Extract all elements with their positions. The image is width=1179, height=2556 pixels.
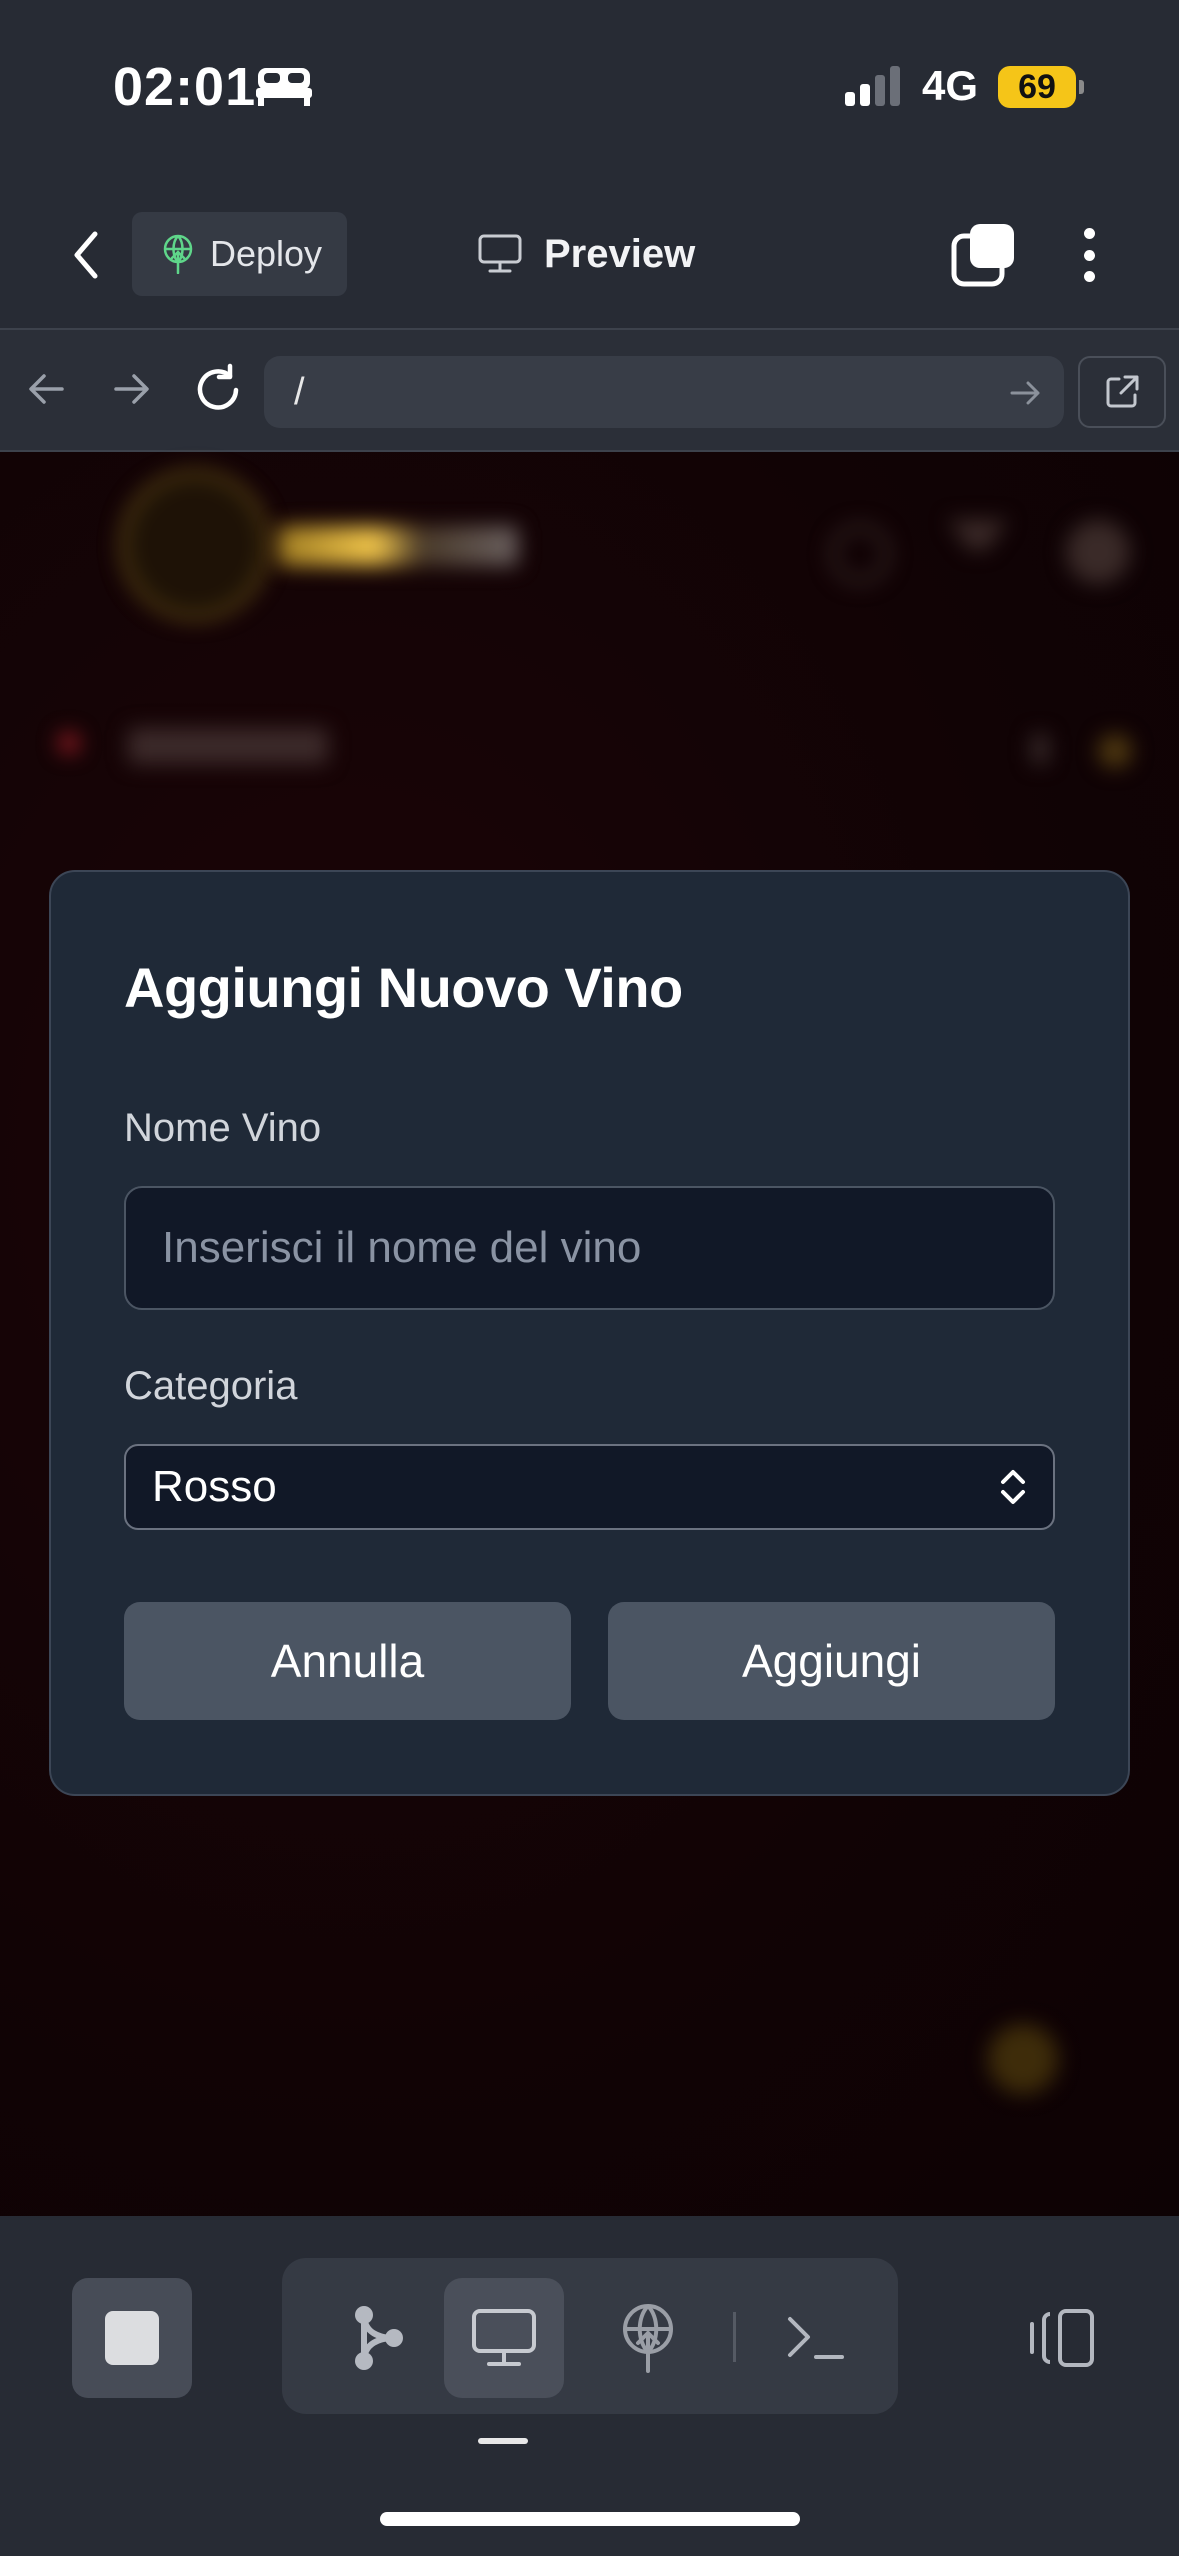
open-external-icon: [1106, 375, 1139, 408]
preview-tool-button[interactable]: [444, 2278, 564, 2398]
preview-label: Preview: [544, 231, 696, 276]
split-view-icon: [1030, 2309, 1094, 2367]
star-icon: [1098, 734, 1132, 768]
dialog-title: Aggiungi Nuovo Vino: [124, 956, 683, 1019]
wine-name-label: Nome Vino: [124, 1106, 322, 1150]
category-label: Categoria: [124, 1364, 298, 1408]
back-button[interactable]: [60, 222, 112, 288]
wine-name-input[interactable]: [124, 1186, 1055, 1310]
add-button[interactable]: Aggiungi: [608, 1602, 1055, 1720]
home-indicator[interactable]: [380, 2512, 800, 2526]
workflow-button[interactable]: [318, 2278, 438, 2398]
category-select[interactable]: Rosso: [124, 1444, 1055, 1530]
floating-action-button: [988, 2024, 1058, 2094]
monitor-icon: [472, 2309, 536, 2366]
deploy-label: Deploy: [210, 233, 323, 274]
chevron-left-icon: [74, 231, 98, 279]
brand-wordmark: [278, 526, 518, 566]
count-badge: [1032, 734, 1048, 764]
network-type: 4G: [922, 62, 979, 109]
battery-icon: 69: [998, 66, 1084, 108]
reload-icon[interactable]: [190, 362, 246, 418]
logo: [120, 470, 270, 620]
signal-icon: [845, 66, 900, 106]
tabs-icon[interactable]: [950, 222, 1016, 288]
stop-icon: [105, 2311, 159, 2365]
chevron-up-down-icon: [1001, 1470, 1025, 1504]
url-text: /: [294, 370, 305, 413]
deploy-tool-button[interactable]: [588, 2278, 708, 2398]
url-field[interactable]: /: [264, 356, 1064, 428]
monitor-icon: [478, 234, 522, 273]
workflow-icon: [355, 2306, 403, 2370]
toolbar-divider: [733, 2312, 736, 2362]
deploy-button[interactable]: Deploy: [132, 212, 347, 296]
stop-button[interactable]: [72, 2278, 192, 2398]
shell-tool-button[interactable]: [756, 2278, 876, 2398]
search-icon: [830, 524, 890, 584]
bed-icon: [256, 68, 312, 106]
active-tab-indicator: [478, 2438, 528, 2444]
open-external-button[interactable]: [1078, 356, 1166, 428]
terminal-icon: [788, 2317, 844, 2359]
more-vertical-icon[interactable]: [1066, 222, 1112, 288]
deploy-icon: [163, 234, 193, 274]
cancel-button[interactable]: Annulla: [124, 1602, 571, 1720]
deploy-icon: [623, 2304, 673, 2373]
gear-icon: [1066, 520, 1130, 584]
arrow-left-icon[interactable]: [22, 364, 72, 414]
split-view-button[interactable]: [1000, 2278, 1120, 2398]
category-tab: [128, 728, 328, 764]
arrow-right-icon[interactable]: [106, 364, 156, 414]
category-dot: [58, 732, 80, 754]
preview-title: Preview: [478, 224, 695, 284]
go-arrow-icon[interactable]: [1006, 376, 1046, 410]
status-time: 02:01: [113, 57, 257, 117]
category-value: Rosso: [152, 1462, 277, 1511]
filter-icon: [948, 520, 1008, 584]
battery-level: 69: [1018, 67, 1056, 106]
